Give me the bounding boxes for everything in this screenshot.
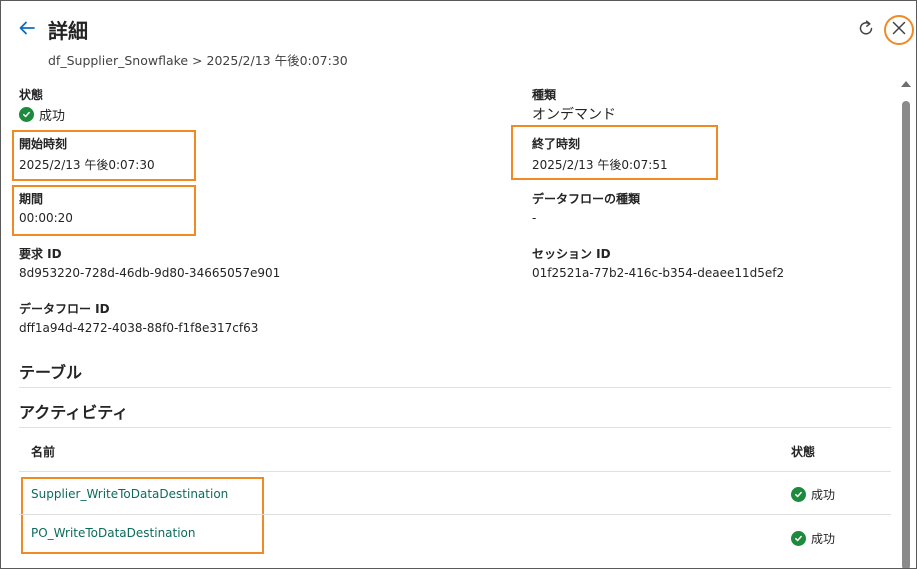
refresh-icon bbox=[856, 18, 876, 42]
dataflow-id-label: データフロー ID bbox=[19, 302, 110, 316]
check-circle-icon bbox=[19, 107, 34, 122]
refresh-button[interactable] bbox=[854, 18, 878, 42]
divider bbox=[19, 427, 891, 428]
request-id-value: 8d953220-728d-46db-9d80-34665057e901 bbox=[19, 266, 281, 280]
table-header-divider bbox=[19, 471, 891, 472]
activity-status-po: 成功 bbox=[791, 530, 835, 547]
request-id-label: 要求 ID bbox=[19, 247, 62, 261]
check-circle-icon bbox=[791, 531, 806, 546]
table-row-divider bbox=[19, 514, 891, 515]
scrollbar-thumb[interactable] bbox=[902, 101, 910, 568]
end-time-value: 2025/2/13 午後0:07:51 bbox=[532, 158, 668, 172]
check-circle-icon bbox=[791, 487, 806, 502]
page-title: 詳細 bbox=[48, 19, 88, 43]
details-panel: 詳細 df_Supplier_Snowflake > 2025/2/13 午後0… bbox=[0, 0, 917, 569]
status-value: 成功 bbox=[19, 105, 65, 124]
activity-link-supplier[interactable]: Supplier_WriteToDataDestination bbox=[31, 487, 228, 501]
activities-section-title[interactable]: アクティビティ bbox=[19, 399, 128, 423]
activity-status-supplier: 成功 bbox=[791, 486, 835, 503]
column-header-name[interactable]: 名前 bbox=[31, 443, 55, 460]
dataflow-type-value: - bbox=[532, 211, 537, 225]
status-text: 成功 bbox=[811, 488, 836, 502]
close-button[interactable] bbox=[884, 15, 914, 45]
close-icon bbox=[891, 20, 907, 40]
breadcrumb: df_Supplier_Snowflake > 2025/2/13 午後0:07… bbox=[48, 53, 348, 68]
duration-value: 00:00:20 bbox=[19, 211, 73, 225]
status-text: 成功 bbox=[811, 532, 836, 546]
column-header-status[interactable]: 状態 bbox=[791, 443, 815, 460]
panel-header: 詳細 df_Supplier_Snowflake > 2025/2/13 午後0… bbox=[1, 1, 916, 81]
duration-label: 期間 bbox=[19, 192, 44, 206]
activity-link-po[interactable]: PO_WriteToDataDestination bbox=[31, 526, 196, 540]
divider bbox=[19, 387, 891, 388]
start-time-value: 2025/2/13 午後0:07:30 bbox=[19, 158, 155, 172]
start-time-label: 開始時刻 bbox=[19, 137, 68, 151]
session-id-value: 01f2521a-77b2-416c-b354-deaee11d5ef2 bbox=[532, 266, 785, 280]
tables-section-title[interactable]: テーブル bbox=[19, 359, 82, 383]
type-value: オンデマンド bbox=[532, 107, 616, 123]
session-id-label: セッション ID bbox=[532, 247, 611, 261]
status-label: 状態 bbox=[19, 88, 44, 102]
type-label: 種類 bbox=[532, 88, 557, 102]
end-time-label: 終了時刻 bbox=[532, 137, 581, 151]
scroll-up-icon[interactable] bbox=[901, 81, 911, 87]
back-button[interactable] bbox=[15, 18, 39, 42]
dataflow-id-value: dff1a94d-4272-4038-88f0-f1f8e317cf63 bbox=[19, 321, 259, 335]
status-text: 成功 bbox=[39, 109, 66, 124]
arrow-left-icon bbox=[17, 18, 37, 42]
dataflow-type-label: データフローの種類 bbox=[532, 192, 641, 206]
